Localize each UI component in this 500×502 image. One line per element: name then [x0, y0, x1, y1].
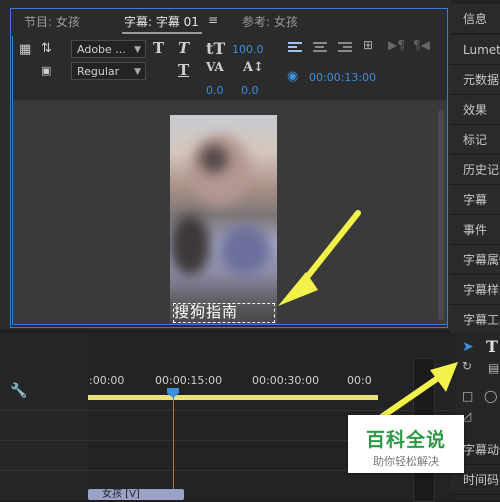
panel-captions[interactable]: 字幕 [450, 185, 500, 215]
caption-text[interactable]: 搜狗指南 [174, 301, 238, 322]
panel-events[interactable]: 事件 [450, 215, 500, 245]
active-tab-indicator [122, 32, 202, 34]
baseline-icon: A↕ [243, 60, 264, 75]
panel-title-styles[interactable]: 字幕样式 [450, 275, 500, 305]
underline-icon[interactable]: T [178, 61, 189, 79]
playhead-line[interactable] [173, 390, 174, 500]
panel-effects[interactable]: 效果 [450, 95, 500, 125]
align-center-icon[interactable] [313, 42, 327, 54]
area-type-icon[interactable]: ▤ [488, 361, 499, 375]
track-divider [0, 410, 450, 411]
align-left-icon[interactable] [288, 42, 302, 54]
tab-stops-icon[interactable]: ⇅ [41, 41, 52, 56]
kerning-icon: VA [206, 60, 224, 74]
ruler-tick-3: 00:0 [347, 374, 372, 387]
panel-metadata[interactable]: 元数据 [450, 65, 500, 95]
ruler-tick-2: 00:00:30:00 [252, 374, 320, 387]
font-style-select[interactable]: Regular ▼ [71, 62, 146, 80]
font-size-value[interactable]: 100.0 [232, 43, 264, 56]
shirt-blur [220, 225, 270, 275]
font-style-value: Regular [77, 65, 120, 78]
font-size-icon: tT [206, 39, 226, 58]
arm-blur [170, 215, 210, 275]
panel-menu-icon[interactable]: ≡ [208, 13, 218, 27]
panel-lumetri[interactable]: Lumetri [450, 35, 500, 65]
title-properties-toolbar: ▦ ⇅ ▣ Adobe ... ▼ Regular ▼ T T T tT 100.0… [12, 36, 447, 100]
ruler-tick-0: :00:00 [89, 374, 125, 387]
align-right-icon[interactable] [338, 42, 352, 54]
viewer-scrollbar[interactable] [438, 110, 444, 320]
work-area-bar[interactable] [88, 395, 378, 400]
align-disabled-icon: ▶¶ [388, 38, 405, 52]
tab-reference[interactable]: 参考: 女孩 [242, 13, 298, 30]
kerning-value[interactable]: 0.0 [206, 84, 224, 97]
panel-history[interactable]: 历史记录 [450, 155, 500, 185]
video-preview: 搜狗指南 [170, 115, 277, 324]
roll-crawl-icon[interactable]: ▦ [19, 42, 31, 57]
type-tool-icon[interactable]: T [486, 337, 498, 356]
rotate-tool-icon[interactable]: ↻ [462, 359, 472, 373]
clip-label: 女孩 [V] [102, 489, 140, 500]
tab-program[interactable]: 节目: 女孩 [24, 13, 80, 30]
panel-title-properties[interactable]: 字幕属性 [450, 245, 500, 275]
video-clip[interactable]: 女孩 [V] [88, 489, 184, 500]
ellipse-tool-icon[interactable]: ◯ [484, 389, 497, 403]
timecode-value[interactable]: 00:00:13:00 [309, 71, 376, 84]
badge-title: 百科全说 [365, 429, 446, 451]
watermark-badge: 百科全说 助你轻松解决 [348, 415, 464, 473]
badge-subtitle: 助你轻松解决 [373, 455, 439, 468]
selection-tool-icon[interactable]: ➤ [462, 339, 474, 355]
template-icon[interactable]: ▣ [41, 64, 51, 77]
tab-title[interactable]: 字幕: 字幕 01 [124, 13, 199, 30]
panel-markers[interactable]: 标记 [450, 125, 500, 155]
track-headers [0, 333, 88, 500]
tab-align-icon[interactable]: ⊞ [363, 38, 373, 52]
chevron-down-icon: ▼ [134, 45, 141, 55]
hair-blur [200, 145, 228, 173]
chevron-down-icon: ▼ [134, 67, 141, 77]
italic-icon[interactable]: T [178, 39, 189, 57]
font-family-value: Adobe ... [77, 43, 126, 56]
panel-info[interactable]: 信息 [450, 4, 500, 34]
ruler-tick-1: 00:00:15:00 [155, 374, 223, 387]
bold-icon[interactable]: T [153, 39, 164, 57]
panel-title-tools[interactable]: 字幕工具 [450, 305, 500, 335]
font-family-select[interactable]: Adobe ... ▼ [71, 40, 146, 58]
wrench-icon[interactable]: 🔧 [10, 383, 27, 399]
rectangle-tool-icon[interactable]: □ [462, 389, 473, 403]
baseline-value[interactable]: 0.0 [241, 84, 259, 97]
panel-tabs: 节目: 女孩 字幕: 字幕 01 ≡ 参考: 女孩 [10, 8, 446, 36]
align-disabled-2-icon: ¶◀ [413, 38, 430, 52]
show-background-video-icon[interactable]: ◉ [287, 69, 298, 84]
